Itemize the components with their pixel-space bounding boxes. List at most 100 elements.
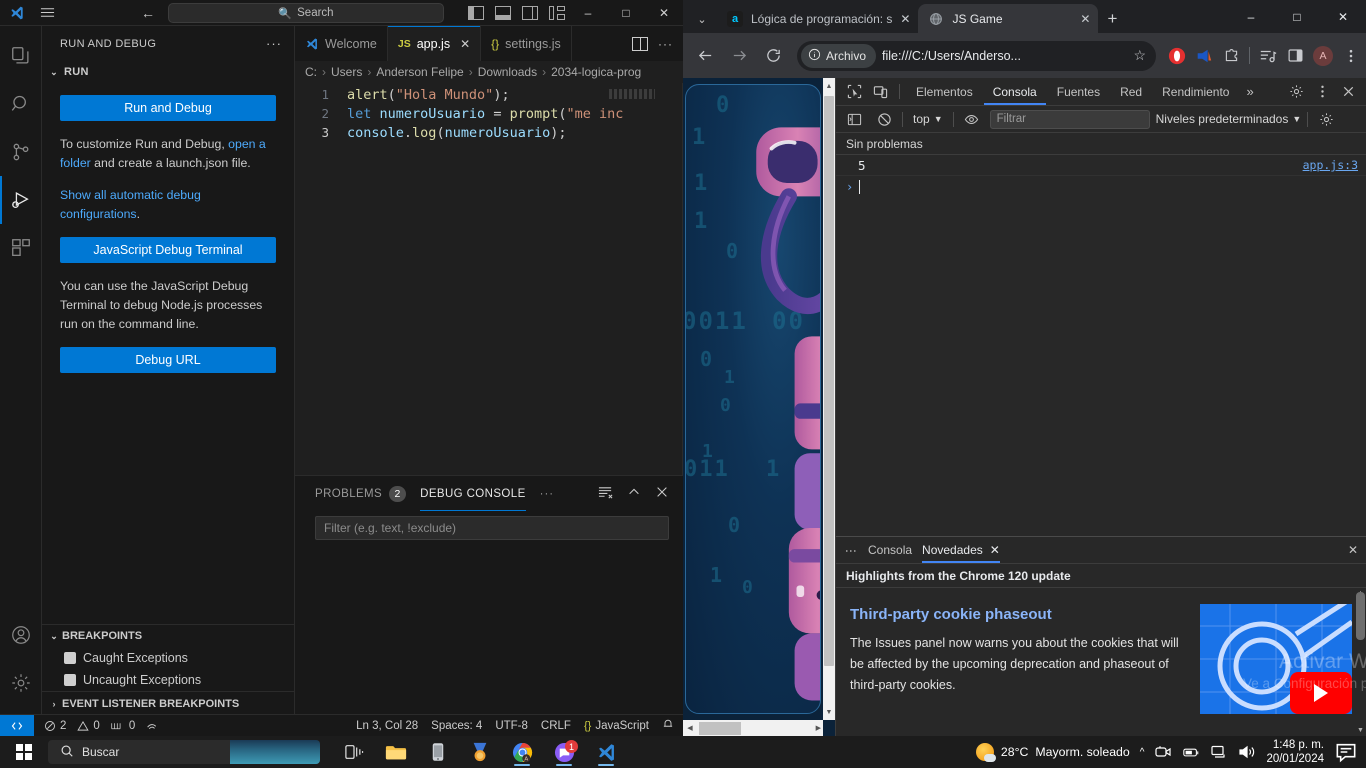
debug-url-button[interactable]: Debug URL (60, 347, 276, 373)
whats-new-scrollbar[interactable]: ▲ ▼ (1355, 588, 1366, 736)
three-dot-menu-icon[interactable]: ⋮ (844, 545, 858, 556)
toggle-secondary-sidebar-icon[interactable] (522, 6, 538, 20)
console-log-row[interactable]: 5 app.js:3 (836, 155, 1366, 176)
back-arrow-icon[interactable]: ← (140, 5, 156, 21)
panel-more-tabs-icon[interactable]: ··· (540, 476, 555, 511)
devtools-tab-elementos[interactable]: Elementos (907, 78, 982, 105)
toggle-panel-icon[interactable] (495, 6, 511, 20)
side-panel-icon[interactable] (1286, 47, 1304, 65)
scroll-down-arrow-icon[interactable]: ▼ (823, 704, 835, 720)
media-list-icon[interactable] (1259, 47, 1277, 65)
close-drawer-icon[interactable]: ✕ (1348, 543, 1366, 557)
chrome-tab-logica[interactable]: a Lógica de programación: s ✕ (717, 4, 918, 33)
debug-console-filter-input[interactable]: Filter (e.g. text, !exclude) (315, 516, 669, 540)
gear-icon[interactable] (1284, 80, 1308, 104)
chrome-minimize-button[interactable]: – (1228, 0, 1274, 33)
clear-console-icon[interactable] (598, 485, 613, 503)
file-scheme-chip[interactable]: Archivo (801, 43, 877, 68)
phone-link-icon[interactable] (418, 736, 458, 768)
page-vertical-scrollbar[interactable] (823, 78, 835, 720)
devtools-tab-consola[interactable]: Consola (984, 78, 1046, 105)
checkbox-icon[interactable] (64, 652, 76, 664)
three-dot-menu-icon[interactable] (1310, 80, 1334, 104)
inspect-element-icon[interactable] (842, 80, 866, 104)
chevron-up-icon[interactable] (627, 485, 641, 502)
breadcrumb-item[interactable]: C: (305, 65, 317, 79)
status-warnings[interactable]: 0 (77, 720, 100, 732)
issues-status[interactable]: Sin problemas (836, 133, 1366, 155)
close-icon[interactable]: ✕ (900, 12, 910, 26)
profile-avatar[interactable]: A (1313, 45, 1333, 66)
live-expression-eye-icon[interactable] (960, 107, 984, 131)
indentation[interactable]: Spaces: 4 (431, 720, 482, 732)
remote-window-icon[interactable] (0, 714, 34, 736)
code-editor[interactable]: 1 alert("Hola Mundo"); 2 let numeroUsuario … (295, 83, 683, 475)
store-medal-icon[interactable] (460, 736, 500, 768)
customize-layout-icon[interactable] (549, 6, 565, 20)
checkbox-icon[interactable] (64, 674, 76, 686)
file-explorer-icon[interactable] (376, 736, 416, 768)
vs-code-icon[interactable] (586, 736, 626, 768)
breadcrumb-item[interactable]: Downloads (478, 65, 537, 79)
status-errors[interactable]: 2 (44, 720, 66, 732)
weather-widget[interactable]: 28°C Mayorm. soleado (975, 743, 1130, 762)
encoding[interactable]: UTF-8 (495, 720, 528, 732)
run-and-debug-button[interactable]: Run and Debug (60, 95, 276, 121)
battery-icon[interactable] (1182, 743, 1200, 761)
run-section-header[interactable]: ⌄ RUN (42, 61, 294, 83)
network-icon[interactable] (1210, 743, 1228, 761)
messaging-app-icon[interactable]: 1 (544, 736, 584, 768)
youtube-play-icon[interactable] (1290, 672, 1352, 714)
javascript-debug-terminal-button[interactable]: JavaScript Debug Terminal (60, 237, 276, 263)
taskbar-search-input[interactable]: Buscar (48, 740, 320, 764)
close-icon[interactable] (1336, 80, 1360, 104)
console-sidebar-icon[interactable] (842, 107, 866, 131)
run-and-debug-icon[interactable] (0, 176, 42, 224)
console-output[interactable]: 5 app.js:3 › (836, 155, 1366, 536)
vscode-menu-icon[interactable] (34, 5, 60, 20)
scroll-down-arrow-icon[interactable]: ▼ (1356, 725, 1365, 736)
vscode-close-button[interactable]: ✕ (645, 0, 683, 26)
scroll-up-arrow-icon[interactable]: ▲ (823, 78, 835, 94)
reload-icon[interactable] (757, 40, 789, 72)
editor-more-actions-icon[interactable]: ··· (658, 37, 673, 51)
scrollbar-thumb[interactable] (699, 721, 741, 735)
notification-center-icon[interactable] (1334, 740, 1358, 764)
status-ports[interactable]: 0 (111, 720, 135, 732)
search-icon[interactable] (0, 80, 42, 128)
clear-console-icon[interactable] (872, 107, 896, 131)
devtools-tab-rendimiento[interactable]: Rendimiento (1153, 78, 1238, 105)
settings-gear-icon[interactable] (0, 659, 42, 707)
page-horizontal-scrollbar[interactable]: ◀ ▶ (683, 720, 823, 736)
breakpoint-uncaught-exceptions[interactable]: Uncaught Exceptions (42, 669, 294, 691)
breakpoint-caught-exceptions[interactable]: Caught Exceptions (42, 647, 294, 669)
split-editor-icon[interactable] (632, 36, 648, 51)
tab-settings-json[interactable]: {} settings.js (481, 26, 572, 61)
devtools-tab-fuentes[interactable]: Fuentes (1048, 78, 1109, 105)
console-input-prompt[interactable]: › (836, 176, 1366, 198)
back-arrow-icon[interactable] (689, 40, 721, 72)
accounts-icon[interactable] (0, 611, 42, 659)
log-source-link[interactable]: app.js:3 (1303, 158, 1358, 172)
sidebar-more-actions-icon[interactable]: ··· (266, 36, 288, 51)
device-toolbar-icon[interactable] (868, 80, 892, 104)
three-dot-menu-icon[interactable] (1342, 47, 1360, 65)
scroll-left-arrow-icon[interactable]: ◀ (683, 724, 697, 732)
extensions-icon[interactable] (0, 224, 42, 272)
live-share-icon[interactable] (146, 719, 159, 732)
source-control-icon[interactable] (0, 128, 42, 176)
windows-start-icon[interactable] (0, 736, 48, 768)
close-icon[interactable] (655, 485, 669, 502)
adblock-icon[interactable] (1195, 47, 1213, 65)
taskbar-clock[interactable]: 1:48 p. m. 20/01/2024 (1266, 738, 1324, 766)
chrome-cookie-video-thumbnail[interactable] (1200, 604, 1352, 714)
webcam-icon[interactable] (1154, 743, 1172, 761)
notifications-bell-icon[interactable] (662, 718, 674, 733)
minimap[interactable] (609, 83, 669, 475)
breakpoints-header[interactable]: ⌄ BREAKPOINTS (42, 625, 294, 647)
forward-arrow-icon[interactable] (723, 40, 755, 72)
devtools-overflow-icon[interactable]: » (1240, 84, 1259, 99)
chrome-maximize-button[interactable]: □ (1274, 0, 1320, 33)
vscode-minimize-button[interactable]: – (569, 0, 607, 26)
breadcrumb-item[interactable]: 2034-logica-prog (551, 65, 641, 79)
